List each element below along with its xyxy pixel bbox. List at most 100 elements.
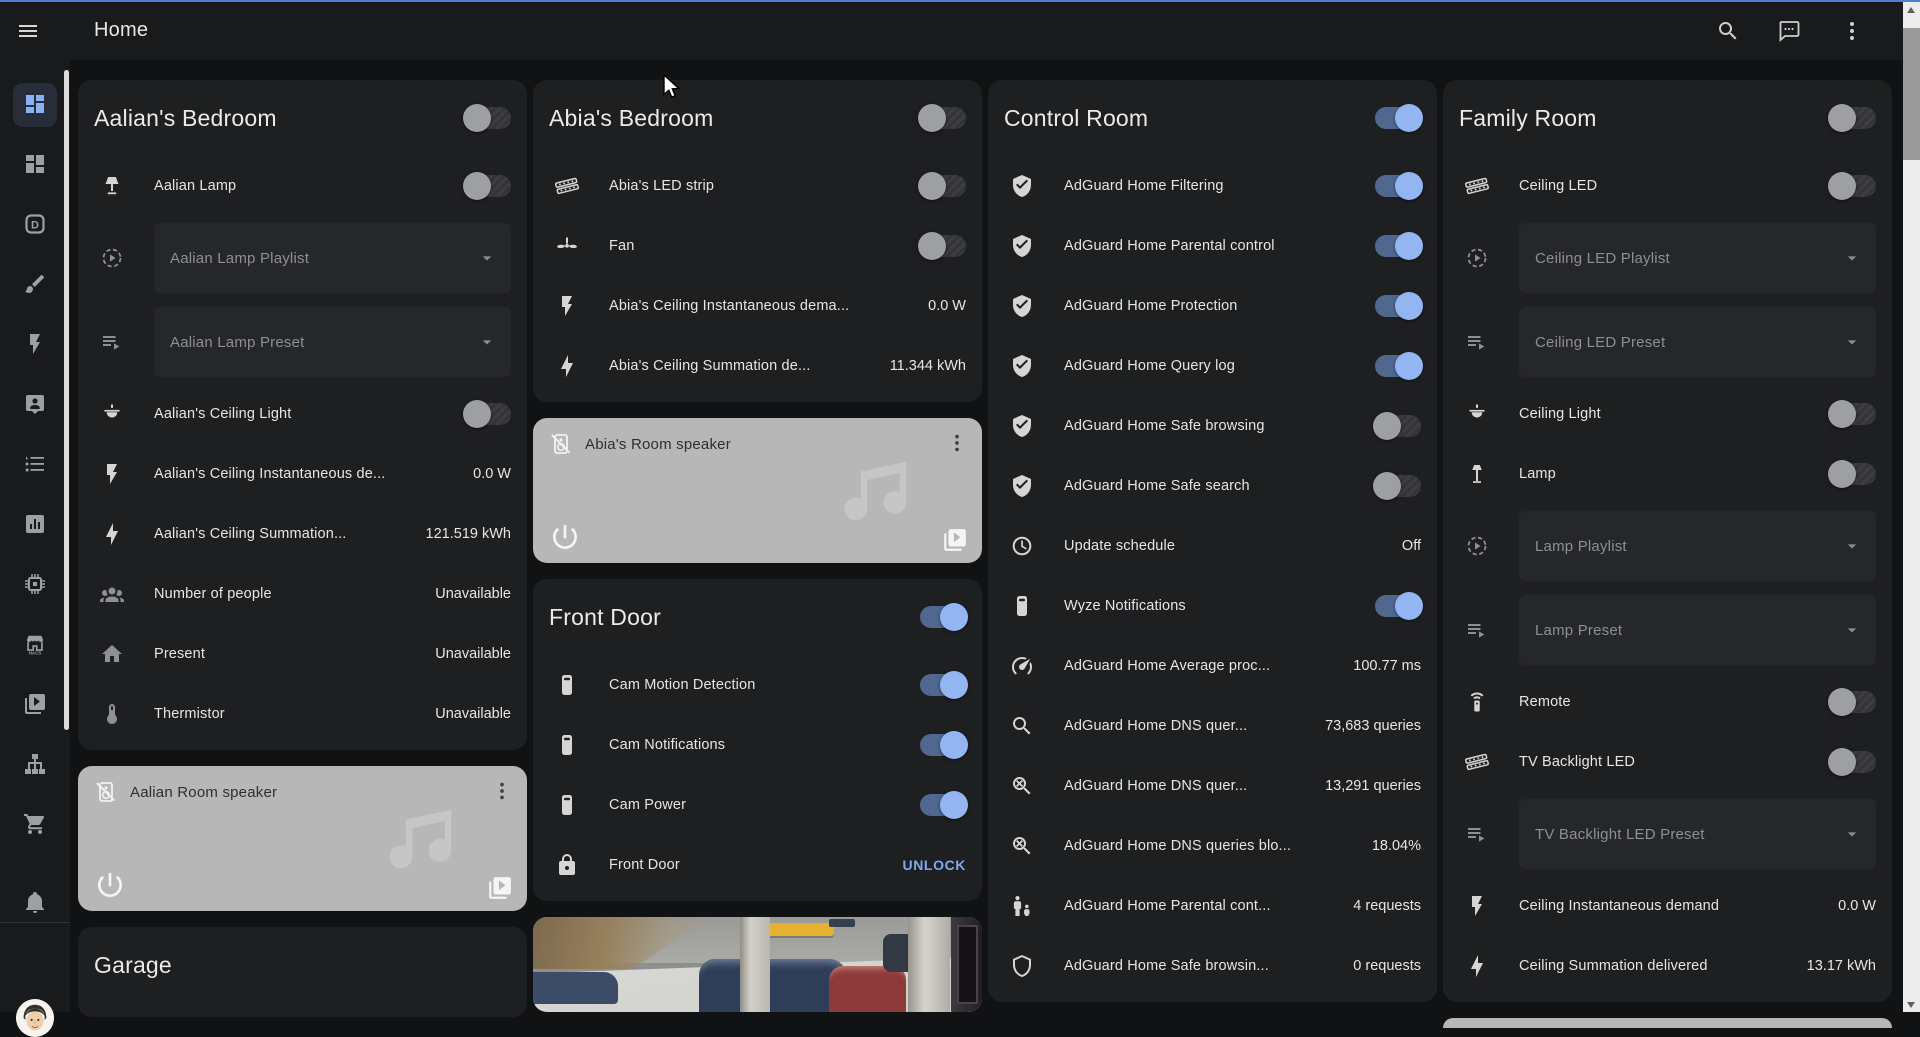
adguard-home-parental-control-toggle[interactable] — [1375, 232, 1423, 260]
thermistor-row[interactable]: Thermistor Unavailable — [94, 684, 511, 744]
sidebar-item-integrations-sitemap[interactable] — [13, 743, 57, 787]
adguard-home-parental-control-row[interactable]: AdGuard Home Parental control — [1004, 216, 1423, 276]
number-of-people-row[interactable]: Number of people Unavailable — [94, 564, 511, 624]
update-schedule-row[interactable]: Update schedule Off — [1004, 516, 1421, 576]
adguard-home-filtering-toggle[interactable] — [1375, 172, 1423, 200]
adguard-home-safe-search-toggle[interactable] — [1373, 472, 1421, 500]
sidebar-item-dashboard-primary[interactable] — [13, 83, 57, 127]
ceiling-led-row[interactable]: Ceiling LED — [1459, 156, 1876, 216]
adguard-home-average-proc-row[interactable]: AdGuard Home Average proc... 100.77 ms — [1004, 636, 1421, 696]
front-door-toggle[interactable] — [920, 603, 968, 631]
browse-media-icon[interactable] — [487, 875, 513, 901]
aalian-s-ceiling-light-row[interactable]: Aalian's Ceiling Light — [94, 384, 511, 444]
remote-row[interactable]: Remote — [1459, 672, 1876, 732]
sidebar-scrollbar[interactable] — [64, 70, 69, 730]
adguard-home-dns-quer-row[interactable]: AdGuard Home DNS quer... 13,291 queries — [1004, 756, 1421, 816]
remote-toggle[interactable] — [1828, 688, 1876, 716]
power-button[interactable] — [549, 521, 581, 553]
media-menu-icon[interactable] — [491, 780, 513, 802]
sidebar-item-shopping-cart[interactable] — [13, 803, 57, 847]
more-options-icon[interactable] — [1840, 19, 1864, 43]
sidebar-item-hardware-chip[interactable] — [13, 563, 57, 607]
cam-power-toggle[interactable] — [920, 791, 968, 819]
cam-motion-detection-toggle[interactable] — [920, 671, 968, 699]
adguard-home-protection-toggle[interactable] — [1375, 292, 1423, 320]
tv-backlight-led-toggle[interactable] — [1828, 748, 1876, 776]
control-room-toggle[interactable] — [1375, 104, 1423, 132]
aalian-s-bedroom-toggle[interactable] — [463, 104, 511, 132]
sidebar-item-media-library[interactable] — [13, 683, 57, 727]
ceiling-light-toggle[interactable] — [1828, 400, 1876, 428]
media-menu-icon[interactable] — [946, 432, 968, 454]
aalian-lamp-toggle[interactable] — [463, 172, 511, 200]
sidebar-item-notifications[interactable] — [13, 880, 57, 924]
present-row[interactable]: Present Unavailable — [94, 624, 511, 684]
lamp-row[interactable]: Lamp — [1459, 444, 1876, 504]
ceiling-instantaneous-demand-row[interactable]: Ceiling Instantaneous demand 0.0 W — [1459, 876, 1876, 936]
ceiling-light-row[interactable]: Ceiling Light — [1459, 384, 1876, 444]
search-icon[interactable] — [1716, 19, 1740, 43]
fan-toggle[interactable] — [918, 232, 966, 260]
adguard-home-query-log-toggle[interactable] — [1375, 352, 1423, 380]
page-scrollbar[interactable] — [1903, 0, 1920, 1012]
fan-row[interactable]: Fan — [549, 216, 966, 276]
sidebar-item-energy[interactable] — [13, 323, 57, 367]
aalian-s-ceiling-light-toggle[interactable] — [463, 400, 511, 428]
adguard-home-safe-search-row[interactable]: AdGuard Home Safe search — [1004, 456, 1421, 516]
sidebar-item-person-badge[interactable] — [13, 383, 57, 427]
lamp-toggle[interactable] — [1828, 460, 1876, 488]
family-room-toggle[interactable] — [1828, 104, 1876, 132]
abia-s-ceiling-summation-de-row[interactable]: Abia's Ceiling Summation de... 11.344 kWh — [549, 336, 966, 396]
adguard-home-parental-cont-row[interactable]: AdGuard Home Parental cont... 4 requests — [1004, 876, 1421, 936]
scrollbar-thumb[interactable] — [1903, 28, 1920, 160]
adguard-home-dns-quer-row[interactable]: AdGuard Home DNS quer... 73,683 queries — [1004, 696, 1421, 756]
front-door-camera-card[interactable] — [533, 917, 982, 1012]
abia-s-led-strip-row[interactable]: Abia's LED strip — [549, 156, 966, 216]
scrollbar-up-arrow[interactable] — [1907, 7, 1915, 13]
adguard-home-protection-row[interactable]: AdGuard Home Protection — [1004, 276, 1423, 336]
wyze-notifications-toggle[interactable] — [1375, 592, 1423, 620]
cam-notifications-toggle[interactable] — [920, 731, 968, 759]
browse-media-icon[interactable] — [942, 527, 968, 553]
user-avatar[interactable] — [16, 999, 54, 1037]
ceiling-led-preset-select[interactable]: Ceiling LED Preset — [1519, 307, 1876, 377]
sidebar-item-hacs[interactable]: HACS — [13, 623, 57, 667]
sidebar-item-d-app[interactable]: D — [13, 203, 57, 247]
ceiling-led-playlist-select[interactable]: Ceiling LED Playlist — [1519, 223, 1876, 293]
tv-backlight-led-row[interactable]: TV Backlight LED — [1459, 732, 1876, 792]
sidebar-item-logbook-list[interactable] — [13, 443, 57, 487]
adguard-home-filtering-row[interactable]: AdGuard Home Filtering — [1004, 156, 1423, 216]
adguard-home-safe-browsing-toggle[interactable] — [1373, 412, 1421, 440]
hamburger-menu-icon[interactable] — [16, 19, 40, 43]
cam-power-row[interactable]: Cam Power — [549, 775, 968, 835]
aalian-lamp-preset-select[interactable]: Aalian Lamp Preset — [154, 307, 511, 377]
adguard-home-safe-browsin-row[interactable]: AdGuard Home Safe browsin... 0 requests — [1004, 936, 1421, 996]
power-button[interactable] — [94, 869, 126, 901]
abia-s-bedroom-toggle[interactable] — [918, 104, 966, 132]
aalian-lamp-playlist-select[interactable]: Aalian Lamp Playlist — [154, 223, 511, 293]
lamp-preset-select[interactable]: Lamp Preset — [1519, 595, 1876, 665]
cam-notifications-row[interactable]: Cam Notifications — [549, 715, 968, 775]
ceiling-summation-delivered-row[interactable]: Ceiling Summation delivered 13.17 kWh — [1459, 936, 1876, 996]
adguard-home-safe-browsing-row[interactable]: AdGuard Home Safe browsing — [1004, 396, 1421, 456]
sidebar-item-history-chart[interactable] — [13, 503, 57, 547]
adguard-home-query-log-row[interactable]: AdGuard Home Query log — [1004, 336, 1423, 396]
abia-s-ceiling-instantaneous-dema-row[interactable]: Abia's Ceiling Instantaneous dema... 0.0 … — [549, 276, 966, 336]
aalian-s-ceiling-instantaneous-de-row[interactable]: Aalian's Ceiling Instantaneous de... 0.0 … — [94, 444, 511, 504]
abia-s-room-speaker-media-card[interactable]: Abia's Room speaker — [533, 418, 982, 563]
front-door-row[interactable]: Front Door UNLOCK — [549, 835, 966, 895]
aalian-room-speaker-media-card[interactable]: Aalian Room speaker — [78, 766, 527, 911]
scrollbar-down-arrow[interactable] — [1907, 1002, 1915, 1008]
tv-backlight-led-preset-select[interactable]: TV Backlight LED Preset — [1519, 799, 1876, 869]
abia-s-led-strip-toggle[interactable] — [918, 172, 966, 200]
aalian-lamp-row[interactable]: Aalian Lamp — [94, 156, 511, 216]
sidebar-item-themes-brush[interactable] — [13, 263, 57, 307]
lamp-playlist-select[interactable]: Lamp Playlist — [1519, 511, 1876, 581]
wyze-notifications-row[interactable]: Wyze Notifications — [1004, 576, 1423, 636]
sidebar-item-dashboard-secondary[interactable] — [13, 143, 57, 187]
ceiling-led-toggle[interactable] — [1828, 172, 1876, 200]
adguard-home-dns-queries-blo-row[interactable]: AdGuard Home DNS queries blo... 18.04% — [1004, 816, 1421, 876]
assist-chat-icon[interactable] — [1777, 19, 1801, 43]
aalian-s-ceiling-summation-row[interactable]: Aalian's Ceiling Summation... 121.519 kWh — [94, 504, 511, 564]
cam-motion-detection-row[interactable]: Cam Motion Detection — [549, 655, 968, 715]
